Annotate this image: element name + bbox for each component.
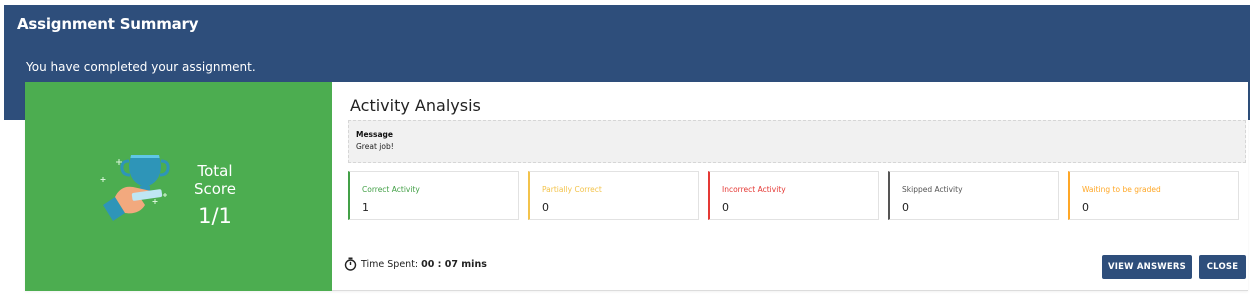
stat-correct: Correct Activity 1 [348, 171, 519, 220]
stat-incorrect: Incorrect Activity 0 [708, 171, 879, 220]
stat-label: Skipped Activity [902, 185, 963, 194]
score-panel: Total Score 1/1 [25, 82, 332, 291]
stat-label: Incorrect Activity [722, 185, 786, 194]
total-score-value: 1/1 [198, 204, 232, 228]
close-button[interactable]: CLOSE [1199, 255, 1246, 279]
summary-card: Total Score 1/1 Activity Analysis Messag… [25, 82, 1248, 291]
total-score-label: Total Score [193, 162, 236, 198]
stat-partially-correct: Partially Correct 0 [528, 171, 699, 220]
stat-value: 0 [542, 201, 549, 214]
message-label: Message [356, 130, 393, 139]
time-spent: Time Spent: 00 : 07 mins [344, 257, 487, 271]
time-spent-value: 00 : 07 mins [421, 258, 487, 270]
message-box: Message Great job! [348, 120, 1246, 163]
stat-value: 0 [722, 201, 729, 214]
score-block: Total Score 1/1 [175, 162, 255, 228]
view-answers-button[interactable]: VIEW ANSWERS [1102, 255, 1192, 279]
time-spent-label: Time Spent: [361, 258, 419, 270]
stat-value: 0 [902, 201, 909, 214]
stat-skipped: Skipped Activity 0 [888, 171, 1059, 220]
stat-label: Correct Activity [362, 185, 420, 194]
stat-waiting: Waiting to be graded 0 [1068, 171, 1239, 220]
completion-message: You have completed your assignment. [26, 60, 256, 74]
stat-value: 1 [362, 201, 369, 214]
message-text: Great job! [356, 142, 394, 151]
page-title: Assignment Summary [17, 15, 199, 33]
stat-label: Waiting to be graded [1082, 185, 1161, 194]
stat-value: 0 [1082, 201, 1089, 214]
analysis-title: Activity Analysis [350, 96, 481, 115]
activity-analysis: Activity Analysis Message Great job! Cor… [332, 82, 1248, 291]
stopwatch-icon [344, 257, 357, 271]
stat-label: Partially Correct [542, 185, 602, 194]
